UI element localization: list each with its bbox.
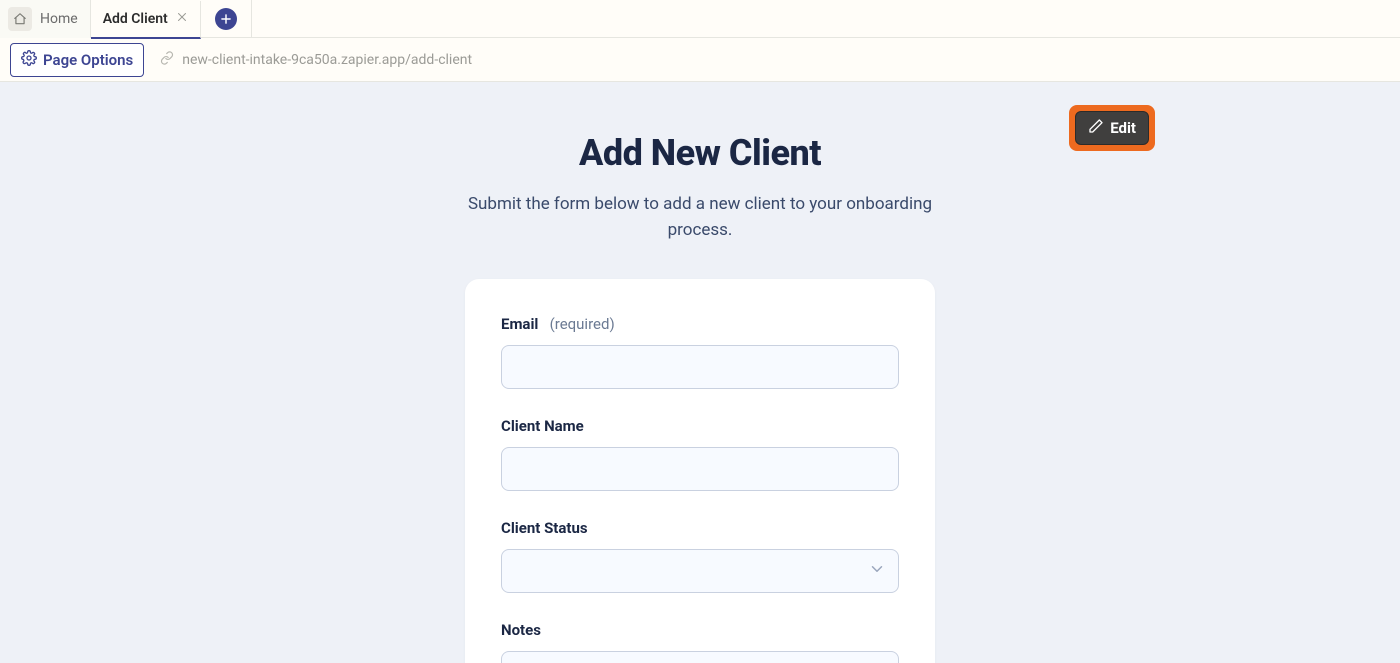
link-icon: [160, 51, 174, 69]
edit-button-label: Edit: [1110, 119, 1136, 137]
email-label: Email: [501, 315, 538, 333]
email-input[interactable]: [501, 345, 899, 389]
client-status-select[interactable]: [501, 549, 899, 593]
page-title: Add New Client: [465, 132, 935, 174]
page-url-text: new-client-intake-9ca50a.zapier.app/add-…: [182, 52, 472, 68]
new-tab-area: [201, 0, 252, 38]
email-required: (required): [550, 315, 615, 333]
options-bar: Page Options new-client-intake-9ca50a.za…: [0, 38, 1400, 82]
notes-label: Notes: [501, 621, 899, 639]
notes-input[interactable]: [501, 651, 899, 663]
chevron-down-icon: [868, 560, 886, 582]
client-name-input[interactable]: [501, 447, 899, 491]
field-notes: Notes: [501, 621, 899, 663]
tab-home-label: Home: [40, 11, 78, 27]
edit-button[interactable]: Edit: [1075, 111, 1149, 145]
page-options-button[interactable]: Page Options: [10, 43, 144, 77]
page-options-label: Page Options: [43, 51, 133, 69]
page-subtitle: Submit the form below to add a new clien…: [465, 192, 935, 243]
form-card: Email (required) Client Name Client Stat…: [465, 279, 935, 663]
client-status-label: Client Status: [501, 519, 899, 537]
home-icon: [8, 7, 32, 31]
close-icon[interactable]: [176, 11, 188, 27]
email-label-row: Email (required): [501, 315, 899, 333]
pencil-icon: [1088, 118, 1104, 138]
page-header: Edit Add New Client Submit the form belo…: [465, 132, 935, 243]
field-client-name: Client Name: [501, 417, 899, 491]
client-name-label: Client Name: [501, 417, 899, 435]
add-tab-button[interactable]: [215, 8, 237, 30]
field-client-status: Client Status: [501, 519, 899, 593]
canvas: Edit Add New Client Submit the form belo…: [0, 82, 1400, 663]
gear-icon: [21, 50, 37, 70]
tab-bar: Home Add Client: [0, 0, 1400, 38]
tab-add-client[interactable]: Add Client: [91, 1, 201, 39]
tab-add-client-label: Add Client: [103, 11, 168, 27]
tab-home[interactable]: Home: [0, 0, 91, 38]
edit-highlight: Edit: [1069, 105, 1155, 151]
field-email: Email (required): [501, 315, 899, 389]
page-url: new-client-intake-9ca50a.zapier.app/add-…: [160, 51, 472, 69]
